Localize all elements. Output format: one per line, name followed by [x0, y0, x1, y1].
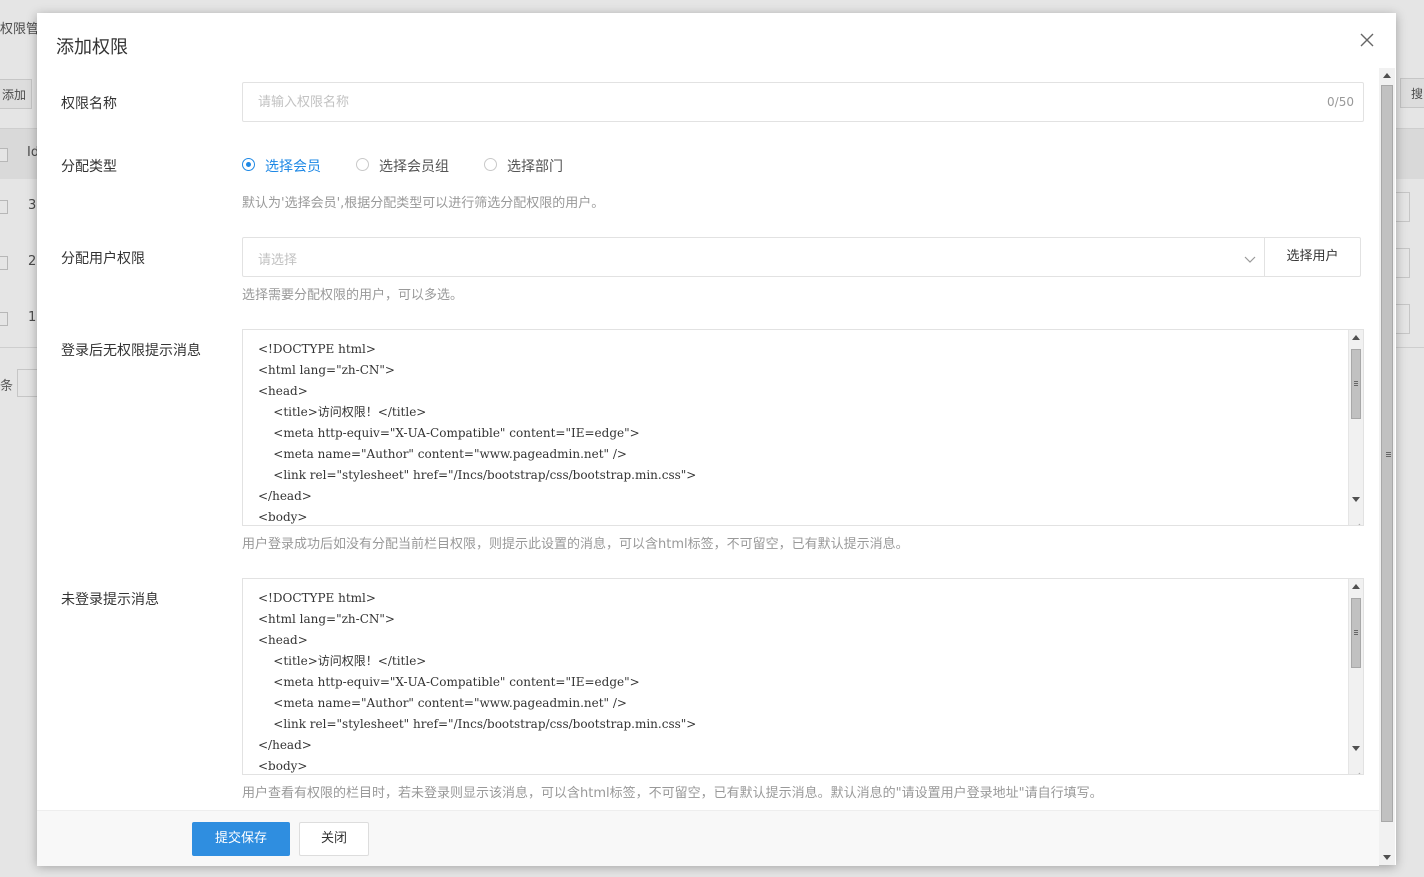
not-logged-in-message-help: 用户查看有权限的栏目时，若未登录则显示该消息，可以含html标签，不可留空，已有… [242, 786, 1103, 801]
not-logged-in-message-label: 未登录提示消息 [61, 592, 159, 608]
assign-users-select[interactable]: 请选择 [242, 237, 1265, 277]
permission-name-label: 权限名称 [61, 96, 117, 112]
select-users-button[interactable]: 选择用户 [1264, 237, 1361, 277]
permission-name-field[interactable]: 0/50 [242, 82, 1364, 122]
scroll-thumb[interactable] [1351, 349, 1361, 419]
radio-label: 选择部门 [507, 159, 563, 175]
no-permission-message-code: <!DOCTYPE html> <html lang="zh-CN"> <hea… [258, 342, 697, 524]
scroll-up-arrow-icon[interactable] [1352, 584, 1360, 589]
scroll-down-arrow-icon[interactable] [1352, 746, 1360, 751]
char-counter: 0/50 [1327, 95, 1354, 109]
no-permission-message-help: 用户登录成功后如没有分配当前栏目权限，则提示此设置的消息，可以含html标签，不… [242, 537, 909, 552]
assign-users-help: 选择需要分配权限的用户，可以多选。 [242, 288, 464, 303]
select-placeholder: 请选择 [258, 253, 298, 268]
no-permission-message-textarea[interactable]: <!DOCTYPE html> <html lang="zh-CN"> <hea… [242, 329, 1364, 526]
radio-unchecked-icon [484, 158, 497, 171]
assign-users-label: 分配用户权限 [61, 251, 145, 267]
add-permission-dialog: 添加权限 权限名称 0/50 分配类型 选择会员 选择会员组 选择部门 默认为'… [37, 13, 1396, 866]
not-logged-in-message-textarea[interactable]: <!DOCTYPE html> <html lang="zh-CN"> <hea… [242, 578, 1364, 775]
assign-type-help: 默认为'选择会员',根据分配类型可以进行筛选分配权限的用户。 [242, 196, 605, 211]
close-button[interactable]: 关闭 [299, 822, 369, 856]
scroll-down-arrow-icon[interactable] [1352, 497, 1360, 502]
radio-label: 选择会员 [265, 159, 321, 175]
submit-save-button[interactable]: 提交保存 [192, 822, 290, 856]
dialog-footer: 提交保存 关闭 [37, 810, 1379, 866]
scroll-thumb[interactable] [1351, 598, 1361, 668]
scroll-up-arrow-icon[interactable] [1352, 335, 1360, 340]
scroll-up-arrow-icon[interactable] [1383, 73, 1391, 78]
chevron-down-icon [1244, 250, 1256, 269]
radio-unchecked-icon [356, 158, 369, 171]
scroll-thumb[interactable] [1381, 85, 1393, 822]
no-permission-message-label: 登录后无权限提示消息 [61, 343, 201, 359]
dialog-scrollbar[interactable] [1379, 68, 1395, 865]
close-icon[interactable] [1360, 33, 1376, 49]
radio-label: 选择会员组 [379, 159, 449, 175]
dialog-title: 添加权限 [56, 37, 128, 58]
assign-type-label: 分配类型 [61, 159, 117, 175]
scroll-down-arrow-icon[interactable] [1383, 855, 1391, 860]
permission-name-input[interactable] [243, 83, 1318, 121]
radio-checked-icon [242, 158, 255, 171]
resize-handle-icon[interactable] [1353, 515, 1361, 525]
not-logged-in-message-code: <!DOCTYPE html> <html lang="zh-CN"> <hea… [258, 591, 697, 773]
resize-handle-icon[interactable] [1353, 764, 1361, 774]
textarea-scrollbar[interactable] [1348, 330, 1363, 525]
textarea-scrollbar[interactable] [1348, 579, 1363, 774]
